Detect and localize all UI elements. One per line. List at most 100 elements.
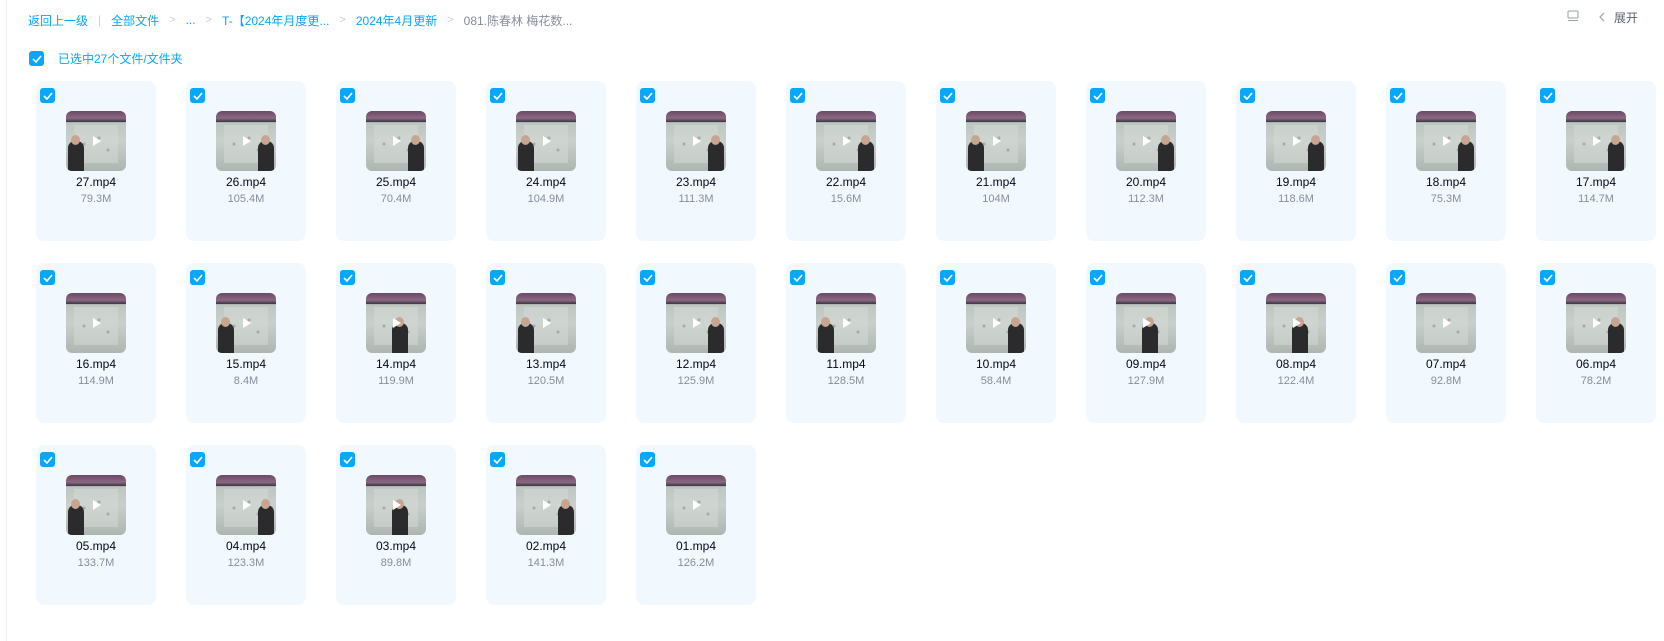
- video-thumbnail[interactable]: [1116, 111, 1176, 171]
- file-size: 58.4M: [980, 375, 1012, 387]
- file-card[interactable]: 21.mp4 104M: [936, 81, 1056, 241]
- video-thumbnail[interactable]: [1266, 111, 1326, 171]
- file-checkbox[interactable]: [1390, 88, 1405, 103]
- file-checkbox[interactable]: [790, 88, 805, 103]
- breadcrumb-folder-monthly[interactable]: T-【2024年月度更...: [222, 12, 329, 29]
- video-thumbnail[interactable]: [816, 111, 876, 171]
- file-card[interactable]: 11.mp4 128.5M: [786, 263, 906, 423]
- video-thumbnail[interactable]: [66, 293, 126, 353]
- file-checkbox[interactable]: [490, 270, 505, 285]
- file-name: 20.mp4: [1125, 175, 1167, 189]
- video-thumbnail[interactable]: [1416, 293, 1476, 353]
- video-thumbnail[interactable]: [1116, 293, 1176, 353]
- video-thumbnail[interactable]: [1416, 111, 1476, 171]
- file-card[interactable]: 15.mp4 8.4M: [186, 263, 306, 423]
- file-checkbox[interactable]: [340, 88, 355, 103]
- video-thumbnail[interactable]: [516, 475, 576, 535]
- video-thumbnail[interactable]: [516, 111, 576, 171]
- video-thumbnail[interactable]: [966, 111, 1026, 171]
- file-checkbox[interactable]: [1390, 270, 1405, 285]
- video-thumbnail[interactable]: [666, 111, 726, 171]
- file-card[interactable]: 13.mp4 120.5M: [486, 263, 606, 423]
- file-card[interactable]: 09.mp4 127.9M: [1086, 263, 1206, 423]
- thumbnail-person-head: [221, 317, 230, 327]
- play-icon: [239, 498, 253, 512]
- file-checkbox[interactable]: [190, 270, 205, 285]
- select-all-control[interactable]: 已选中27个文件/文件夹: [29, 50, 183, 67]
- file-checkbox[interactable]: [640, 452, 655, 467]
- file-checkbox[interactable]: [1090, 270, 1105, 285]
- video-thumbnail[interactable]: [816, 293, 876, 353]
- thumbnail-person: [818, 323, 834, 353]
- video-thumbnail[interactable]: [216, 111, 276, 171]
- video-thumbnail[interactable]: [1566, 111, 1626, 171]
- file-checkbox[interactable]: [340, 452, 355, 467]
- file-card[interactable]: 24.mp4 104.9M: [486, 81, 606, 241]
- video-thumbnail[interactable]: [366, 293, 426, 353]
- file-checkbox[interactable]: [640, 270, 655, 285]
- file-checkbox[interactable]: [1240, 270, 1255, 285]
- video-thumbnail[interactable]: [66, 111, 126, 171]
- expand-button[interactable]: 展开: [1596, 8, 1638, 26]
- video-thumbnail[interactable]: [966, 293, 1026, 353]
- file-card[interactable]: 12.mp4 125.9M: [636, 263, 756, 423]
- file-checkbox[interactable]: [1240, 88, 1255, 103]
- file-card[interactable]: 07.mp4 92.8M: [1386, 263, 1506, 423]
- file-card[interactable]: 01.mp4 126.2M: [636, 445, 756, 605]
- file-card[interactable]: 04.mp4 123.3M: [186, 445, 306, 605]
- video-thumbnail[interactable]: [66, 475, 126, 535]
- file-checkbox[interactable]: [490, 452, 505, 467]
- file-checkbox[interactable]: [190, 452, 205, 467]
- file-card[interactable]: 27.mp4 79.3M: [36, 81, 156, 241]
- breadcrumb-all-files[interactable]: 全部文件: [111, 12, 159, 29]
- file-checkbox[interactable]: [1090, 88, 1105, 103]
- video-thumbnail[interactable]: [366, 475, 426, 535]
- video-thumbnail[interactable]: [666, 475, 726, 535]
- file-size: 126.2M: [677, 557, 715, 569]
- file-checkbox[interactable]: [40, 270, 55, 285]
- video-thumbnail[interactable]: [216, 293, 276, 353]
- thumbnail-person: [968, 141, 984, 171]
- file-card[interactable]: 22.mp4 15.6M: [786, 81, 906, 241]
- video-thumbnail[interactable]: [216, 475, 276, 535]
- play-icon: [1589, 316, 1603, 330]
- back-link[interactable]: 返回上一级: [28, 12, 88, 29]
- file-card[interactable]: 26.mp4 105.4M: [186, 81, 306, 241]
- file-card[interactable]: 16.mp4 114.9M: [36, 263, 156, 423]
- file-checkbox[interactable]: [190, 88, 205, 103]
- select-all-checkbox[interactable]: [29, 51, 44, 66]
- video-thumbnail[interactable]: [516, 293, 576, 353]
- file-checkbox[interactable]: [640, 88, 655, 103]
- breadcrumb-folder-april[interactable]: 2024年4月更新: [356, 12, 437, 29]
- file-name: 03.mp4: [375, 539, 417, 553]
- file-checkbox[interactable]: [1540, 88, 1555, 103]
- file-card[interactable]: 06.mp4 78.2M: [1536, 263, 1656, 423]
- file-checkbox[interactable]: [490, 88, 505, 103]
- file-checkbox[interactable]: [940, 270, 955, 285]
- file-card[interactable]: 19.mp4 118.6M: [1236, 81, 1356, 241]
- file-checkbox[interactable]: [40, 452, 55, 467]
- file-checkbox[interactable]: [940, 88, 955, 103]
- file-card[interactable]: 18.mp4 75.3M: [1386, 81, 1506, 241]
- file-card[interactable]: 02.mp4 141.3M: [486, 445, 606, 605]
- breadcrumb-ellipsis[interactable]: ...: [186, 13, 196, 27]
- video-thumbnail[interactable]: [1566, 293, 1626, 353]
- file-checkbox[interactable]: [340, 270, 355, 285]
- breadcrumb: 返回上一级 | 全部文件 > ... > T-【2024年月度更... > 20…: [28, 10, 572, 30]
- file-checkbox[interactable]: [1540, 270, 1555, 285]
- file-card[interactable]: 05.mp4 133.7M: [36, 445, 156, 605]
- view-mode-icon[interactable]: [1566, 9, 1580, 23]
- video-thumbnail[interactable]: [366, 111, 426, 171]
- video-thumbnail[interactable]: [1266, 293, 1326, 353]
- file-card[interactable]: 10.mp4 58.4M: [936, 263, 1056, 423]
- file-card[interactable]: 08.mp4 122.4M: [1236, 263, 1356, 423]
- file-card[interactable]: 14.mp4 119.9M: [336, 263, 456, 423]
- file-card[interactable]: 03.mp4 89.8M: [336, 445, 456, 605]
- file-card[interactable]: 25.mp4 70.4M: [336, 81, 456, 241]
- file-checkbox[interactable]: [40, 88, 55, 103]
- file-card[interactable]: 17.mp4 114.7M: [1536, 81, 1656, 241]
- file-card[interactable]: 23.mp4 111.3M: [636, 81, 756, 241]
- video-thumbnail[interactable]: [666, 293, 726, 353]
- file-checkbox[interactable]: [790, 270, 805, 285]
- file-card[interactable]: 20.mp4 112.3M: [1086, 81, 1206, 241]
